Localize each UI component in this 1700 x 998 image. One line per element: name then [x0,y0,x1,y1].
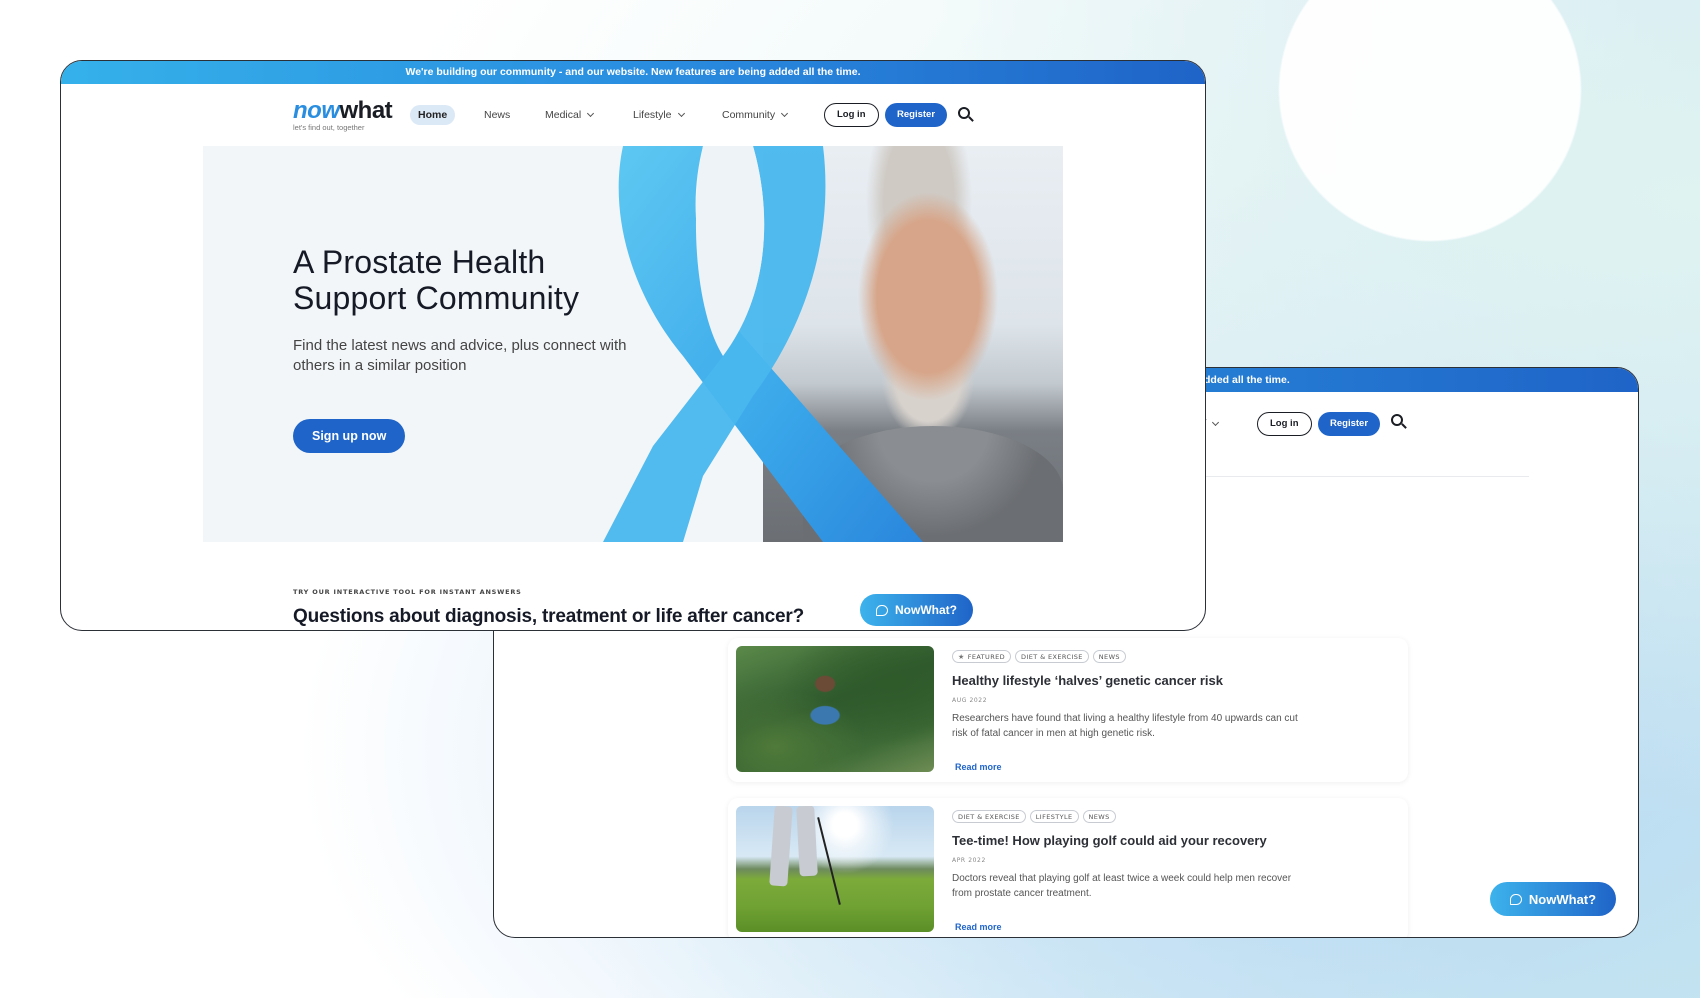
logo[interactable]: nowwhat let's find out, together [293,97,393,133]
tag-featured[interactable]: ★ Featured [952,650,1012,663]
browser-window-home: We're building our community - and our w… [60,60,1206,631]
tool-eyebrow: TRY OUR INTERACTIVE TOOL FOR INSTANT ANS… [293,588,522,596]
article-card[interactable]: Diet & Exercise Lifestyle News Tee-time!… [728,798,1408,937]
announcement-text: dded all the time. [1204,374,1290,386]
chevron-down-icon [677,109,685,118]
login-button[interactable]: Log in [824,103,879,127]
article-image[interactable] [736,806,934,932]
read-more-link[interactable]: Read more [955,762,1002,772]
announcement-banner: We're building our community - and our w… [61,61,1205,84]
search-icon[interactable] [1391,414,1407,430]
star-icon: ★ [958,652,965,661]
register-button[interactable]: Register [885,103,948,127]
article-image[interactable] [736,646,934,772]
logo-tagline: let's find out, together [293,123,365,132]
chat-icon [876,604,888,616]
logo-now: now [293,97,340,124]
nowwhat-chat-button[interactable]: NowWhat? [1490,882,1616,916]
search-icon[interactable] [958,107,974,123]
tool-heading: Questions about diagnosis, treatment or … [293,606,805,627]
hero-title: A Prostate Health Support Community [293,244,580,316]
chevron-down-icon [587,109,595,118]
chat-icon [1509,893,1522,905]
logo-what: what [339,97,393,124]
nav-item-lifestyle[interactable]: Lifestyle [633,105,685,125]
sign-up-button[interactable]: Sign up now [293,419,406,453]
nav-item-medical[interactable]: Medical [545,105,595,125]
announcement-text: We're building our community - and our w… [405,66,861,78]
article-tags: Diet & Exercise Lifestyle News [952,810,1400,823]
tag-diet-exercise[interactable]: Diet & Exercise [1015,650,1089,663]
article-date: AUG 2022 [952,697,988,704]
login-button[interactable]: Log in [1257,412,1312,436]
nav-item-news[interactable]: News [484,105,510,125]
top-nav: nowwhat let's find out, together Home Ne… [61,99,1205,139]
chevron-down-icon [1211,418,1219,427]
nav-item-home[interactable]: Home [410,105,456,125]
tag-lifestyle[interactable]: Lifestyle [1029,810,1079,823]
nav-item-community[interactable]: Community [722,105,789,125]
register-button[interactable]: Register [1318,412,1381,436]
read-more-link[interactable]: Read more [955,922,1002,932]
tag-news[interactable]: News [1082,810,1116,823]
tag-news[interactable]: News [1092,650,1126,663]
article-excerpt: Researchers have found that living a hea… [952,713,1298,739]
tag-diet-exercise[interactable]: Diet & Exercise [952,810,1026,823]
nowwhat-chat-button[interactable]: NowWhat? [860,594,973,626]
article-date: APR 2022 [952,857,986,864]
article-tags: ★ Featured Diet & Exercise News [952,650,1400,663]
awareness-ribbon-icon [603,146,923,542]
hero-banner: A Prostate Health Support Community Find… [203,146,1063,542]
article-title[interactable]: Tee-time! How playing golf could aid you… [952,833,1400,848]
article-excerpt: Doctors reveal that playing golf at leas… [952,873,1292,899]
chevron-down-icon [781,109,789,118]
article-card[interactable]: ★ Featured Diet & Exercise News Healthy … [728,638,1408,782]
hero-subtitle: Find the latest news and advice, plus co… [293,337,627,374]
article-title[interactable]: Healthy lifestyle ‘halves’ genetic cance… [952,673,1400,688]
article-list: ★ Featured Diet & Exercise News Healthy … [728,638,1408,937]
